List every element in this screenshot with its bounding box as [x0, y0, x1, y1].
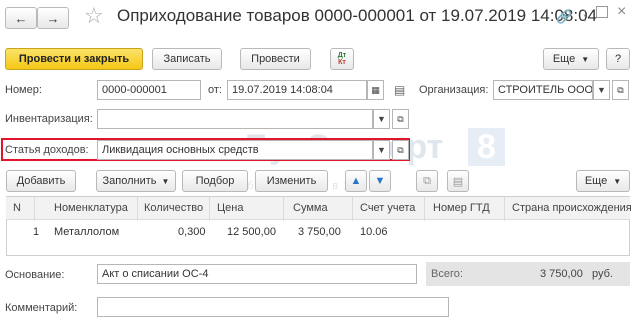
- table-header: N Номенклатура Количество Цена Сумма Сче…: [6, 196, 632, 221]
- table-more-button[interactable]: Еще ▼: [576, 170, 630, 192]
- dt-kt-icon-bottom: Кт: [338, 59, 346, 66]
- more-options-icon[interactable]: ⋮: [578, 7, 592, 24]
- income-item-field[interactable]: Ликвидация основных средств: [97, 140, 373, 160]
- select-button[interactable]: Подбор: [182, 170, 248, 192]
- date-from-label: от:: [208, 84, 222, 96]
- arrow-right-icon: →: [46, 10, 60, 26]
- col-account[interactable]: Счет учета: [360, 202, 415, 214]
- cell-price: 12 500,00: [227, 226, 276, 238]
- number-field[interactable]: 0000-000001: [97, 80, 201, 100]
- paste-icon: ▤: [452, 175, 464, 188]
- col-gtd[interactable]: Номер ГТД: [433, 202, 490, 214]
- basis-field[interactable]: Акт о списании ОС-4: [97, 264, 417, 284]
- organization-dropdown-icon[interactable]: ▼: [593, 80, 610, 100]
- link-icon[interactable]: 🔗: [556, 9, 572, 25]
- total-label: Всего:: [431, 268, 463, 280]
- post-and-close-button[interactable]: Провести и закрыть: [5, 48, 143, 70]
- add-row-button[interactable]: Добавить: [6, 170, 76, 192]
- maximize-icon[interactable]: [596, 6, 608, 18]
- comment-field[interactable]: [97, 297, 449, 317]
- cell-account: 10.06: [360, 226, 388, 238]
- col-quantity[interactable]: Количество: [144, 202, 203, 214]
- table-row[interactable]: 1 Металлолом 0,300 12 500,00 3 750,00 10…: [6, 221, 630, 245]
- forward-button[interactable]: →: [37, 7, 69, 29]
- favorite-star-icon[interactable]: ☆: [84, 3, 104, 29]
- paste-button[interactable]: ▤: [447, 170, 469, 192]
- total-value: 3 750,00: [540, 268, 583, 280]
- cell-nomenclature: Металлолом: [54, 226, 120, 238]
- income-item-dropdown-icon[interactable]: ▼: [373, 140, 390, 160]
- inventory-label: Инвентаризация:: [5, 113, 93, 125]
- col-nomenclature[interactable]: Номенклатура: [54, 202, 128, 214]
- inventory-dropdown-icon[interactable]: ▼: [373, 109, 390, 129]
- copy-button[interactable]: ⧉: [416, 170, 438, 192]
- col-sum[interactable]: Сумма: [293, 202, 328, 214]
- watermark-digit: 8: [468, 128, 505, 166]
- calendar-icon[interactable]: ▦: [367, 80, 384, 100]
- total-currency: руб.: [592, 268, 613, 280]
- comment-label: Комментарий:: [5, 302, 78, 314]
- inventory-field[interactable]: [97, 109, 373, 129]
- organization-open-icon[interactable]: ⧉: [612, 80, 629, 100]
- fill-button[interactable]: Заполнить ▼: [96, 170, 176, 192]
- arrow-left-icon: ←: [14, 10, 28, 26]
- save-button[interactable]: Записать: [152, 48, 222, 70]
- document-icon[interactable]: ▤: [394, 83, 405, 97]
- chevron-down-icon: ▼: [581, 54, 590, 64]
- more-label: Еще: [552, 53, 576, 65]
- arrow-up-icon: ▲: [350, 175, 362, 187]
- chevron-down-icon: ▼: [613, 176, 622, 186]
- col-n[interactable]: N: [13, 202, 21, 214]
- page-title: Оприходование товаров 0000-000001 от 19.…: [117, 6, 598, 25]
- inventory-open-icon[interactable]: ⧉: [392, 109, 409, 129]
- chevron-down-icon: ▼: [161, 176, 170, 186]
- fill-label: Заполнить: [102, 175, 157, 187]
- cell-n: 1: [33, 226, 40, 238]
- arrow-down-icon: ▼: [374, 175, 386, 187]
- basis-label: Основание:: [5, 269, 65, 281]
- income-item-open-icon[interactable]: ⧉: [392, 140, 409, 160]
- back-button[interactable]: ←: [5, 7, 37, 29]
- organization-label: Организация:: [419, 84, 489, 96]
- date-field[interactable]: 19.07.2019 14:08:04: [227, 80, 367, 100]
- more-button[interactable]: Еще ▼: [543, 48, 599, 70]
- close-icon[interactable]: ×: [617, 3, 626, 21]
- number-label: Номер:: [5, 84, 42, 96]
- organization-field[interactable]: СТРОИТЕЛЬ ООО: [493, 80, 593, 100]
- copy-icon: ⧉: [423, 174, 431, 187]
- move-up-button[interactable]: ▲: [345, 170, 367, 192]
- cell-sum: 3 750,00: [298, 226, 341, 238]
- table-more-label: Еще: [584, 175, 608, 187]
- income-item-label: Статья доходов:: [5, 144, 89, 156]
- cell-quantity: 0,300: [178, 226, 206, 238]
- dt-kt-button[interactable]: Дт Кт: [330, 48, 354, 70]
- col-price[interactable]: Цена: [217, 202, 243, 214]
- change-button[interactable]: Изменить: [255, 170, 328, 192]
- help-button[interactable]: ?: [606, 48, 630, 70]
- dt-kt-icon-top: Дт: [337, 52, 347, 59]
- post-button[interactable]: Провести: [240, 48, 311, 70]
- col-country[interactable]: Страна происхождения: [512, 202, 632, 214]
- move-down-button[interactable]: ▼: [369, 170, 391, 192]
